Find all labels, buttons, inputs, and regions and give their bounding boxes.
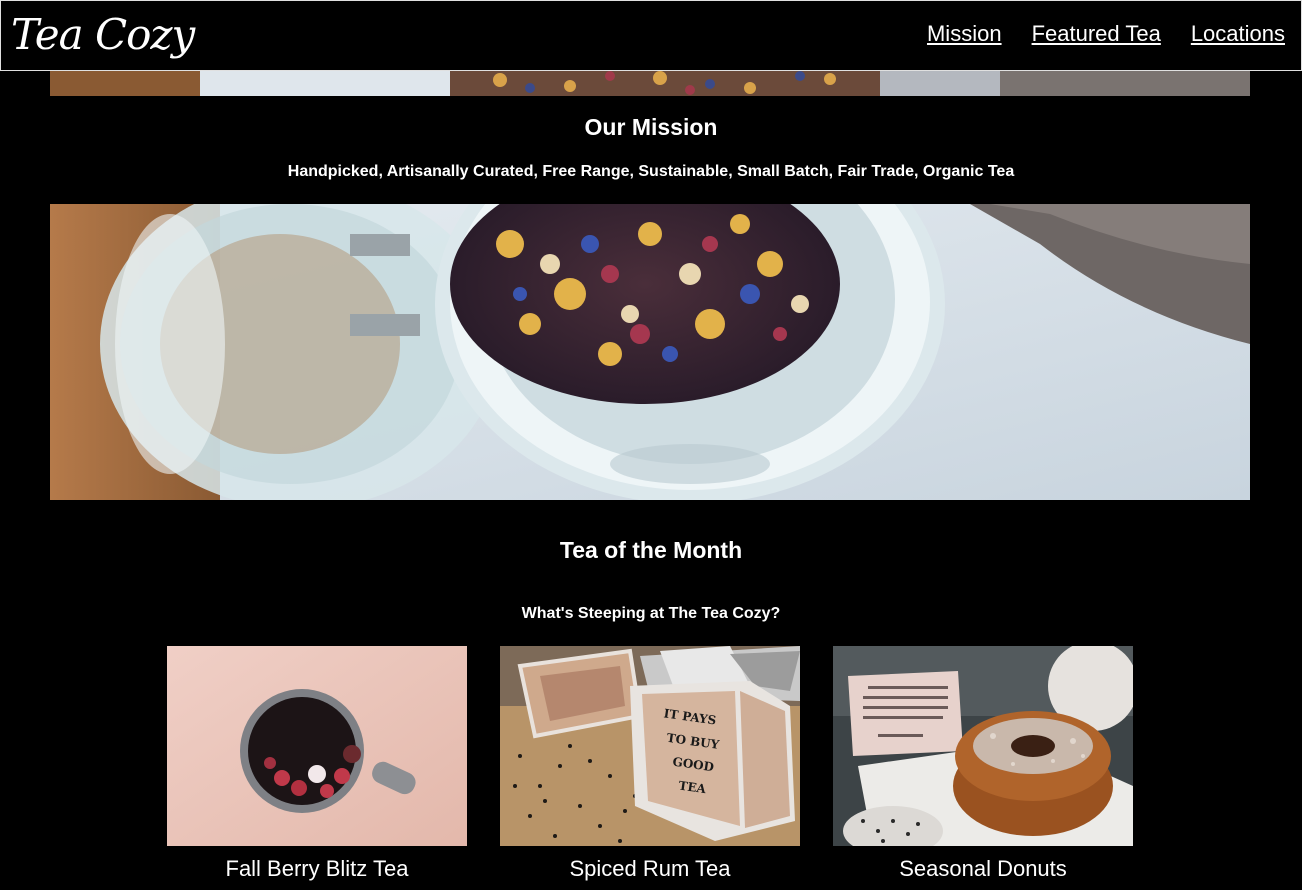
site-header: Tea Cozy Mission Featured Tea Locations bbox=[0, 0, 1302, 71]
mission-heading: Our Mission bbox=[584, 114, 718, 140]
tea-of-month-subtitle: What's Steeping at The Tea Cozy? bbox=[521, 605, 781, 622]
main-nav: Mission Featured Tea Locations bbox=[927, 21, 1285, 47]
nav-link-featured-tea[interactable]: Featured Tea bbox=[1032, 21, 1161, 47]
fall-berry-tea-image[interactable] bbox=[167, 646, 467, 846]
spiced-rum-tea-image[interactable]: IT PAYS TO BUY GOOD TEA bbox=[500, 646, 800, 846]
tea-card-caption[interactable]: Fall Berry Blitz Tea bbox=[167, 856, 467, 882]
tea-card-spiced-rum[interactable]: IT PAYS TO BUY GOOD TEA Spiced Rum Tea bbox=[500, 646, 800, 882]
tea-card-caption[interactable]: Spiced Rum Tea bbox=[500, 856, 800, 882]
logo[interactable]: Tea Cozy bbox=[11, 5, 195, 65]
hero-image-top-strip bbox=[50, 70, 1250, 96]
tea-card-fall-berry[interactable]: Fall Berry Blitz Tea bbox=[167, 646, 467, 882]
seasonal-donuts-image[interactable] bbox=[833, 646, 1133, 846]
nav-link-locations[interactable]: Locations bbox=[1191, 21, 1285, 47]
nav-link-mission[interactable]: Mission bbox=[927, 21, 1002, 47]
mission-subtitle: Handpicked, Artisanally Curated, Free Ra… bbox=[287, 163, 1015, 180]
page: Tea Cozy Mission Featured Tea Locations … bbox=[0, 0, 1302, 890]
tea-of-month-heading: Tea of the Month bbox=[559, 537, 743, 563]
hero-image bbox=[50, 204, 1250, 500]
tea-card-caption[interactable]: Seasonal Donuts bbox=[833, 856, 1133, 882]
tea-card-seasonal-donuts[interactable]: Seasonal Donuts bbox=[833, 646, 1133, 882]
